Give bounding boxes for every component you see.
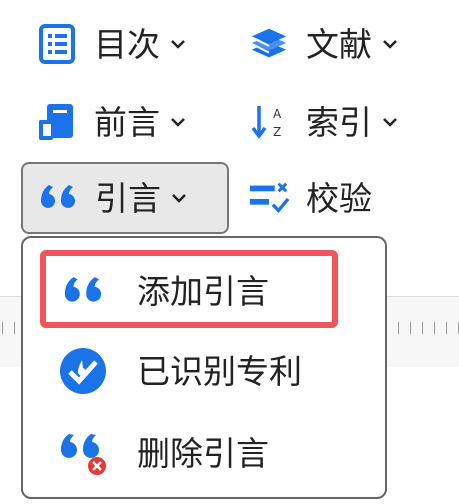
- svg-text:A: A: [273, 107, 282, 121]
- table-of-contents-icon: [36, 23, 78, 65]
- svg-text:Z: Z: [273, 125, 281, 139]
- menu-item-delete-citation[interactable]: 删除引言: [41, 416, 371, 490]
- index-button[interactable]: A Z 索引: [248, 86, 398, 158]
- proofread-label: 校验: [306, 178, 372, 218]
- patent-check-icon: [55, 343, 111, 399]
- references-button[interactable]: 文献: [248, 8, 398, 80]
- chevron-down-icon: [170, 36, 186, 52]
- chevron-down-icon: [382, 36, 398, 52]
- citation-button[interactable]: 引言: [21, 162, 229, 234]
- menu-item-label: 删除引言: [137, 433, 269, 473]
- toc-label: 目次: [94, 24, 160, 64]
- menu-item-recognized-patent[interactable]: 已识别专利: [41, 334, 371, 408]
- chevron-down-icon: [170, 114, 186, 130]
- references-label: 文献: [306, 24, 372, 64]
- proofread-button[interactable]: 校验: [248, 162, 372, 234]
- chevron-down-icon: [171, 190, 187, 206]
- book-page-icon: [36, 101, 78, 143]
- chevron-down-icon: [382, 114, 398, 130]
- menu-item-label: 已识别专利: [137, 351, 302, 391]
- preface-button[interactable]: 前言: [36, 86, 186, 158]
- preface-label: 前言: [94, 102, 160, 142]
- quote-icon: [37, 177, 79, 219]
- citation-label: 引言: [95, 178, 161, 218]
- checklist-icon: [248, 177, 290, 219]
- index-label: 索引: [306, 102, 372, 142]
- quote-delete-icon: [55, 425, 111, 481]
- sort-a-z-icon: A Z: [248, 101, 290, 143]
- highlight-box: [40, 250, 338, 328]
- books-stack-icon: [248, 23, 290, 65]
- toc-button[interactable]: 目次: [36, 8, 186, 80]
